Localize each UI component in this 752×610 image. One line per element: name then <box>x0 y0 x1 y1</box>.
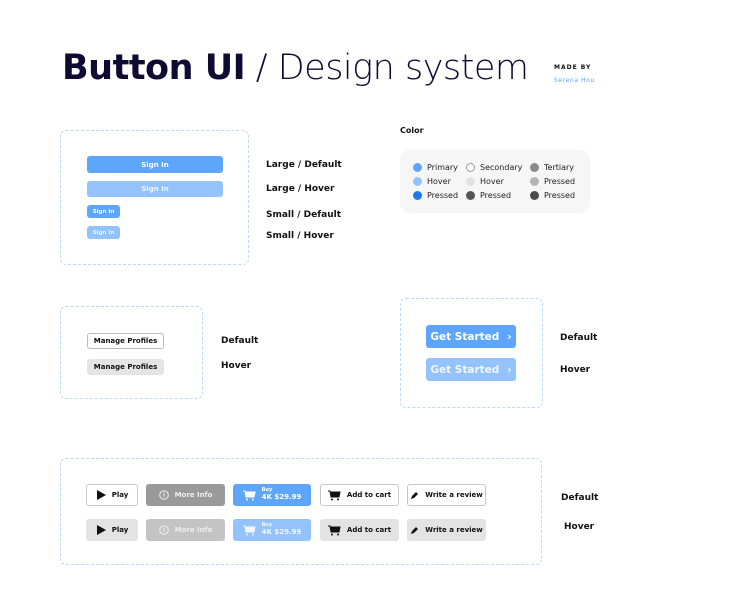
write-review-button-hover[interactable]: Write a review <box>407 519 486 541</box>
cart-plus-icon <box>327 525 341 536</box>
cart-plus-icon <box>327 490 341 501</box>
color-heading: Color <box>400 126 424 135</box>
made-by-label: MADE BY <box>554 64 592 71</box>
state-label: Default <box>560 333 598 343</box>
color-dot-icon <box>413 163 422 172</box>
page-title: Button UI / Design system <box>62 48 529 88</box>
get-started-hover-button[interactable]: Get Started › <box>426 358 516 381</box>
state-label: Small / Hover <box>266 231 334 241</box>
color-dot-icon <box>413 191 422 200</box>
color-label: Pressed <box>480 191 512 200</box>
state-label: Hover <box>564 522 595 532</box>
chevron-right-icon: › <box>507 330 512 343</box>
color-swatch-item: Hover <box>413 177 451 186</box>
color-swatch-item: Pressed <box>413 191 458 200</box>
buy-price: 4K $29.99 <box>261 492 302 501</box>
cart-icon <box>242 490 256 501</box>
color-dot-icon <box>413 177 422 186</box>
more-info-button-default[interactable]: More Info <box>146 484 225 506</box>
add-to-cart-button-hover[interactable]: Add to cart <box>320 519 399 541</box>
color-swatch-item: Pressed <box>530 191 575 200</box>
signin-frame <box>60 130 249 265</box>
manage-profiles-default-button[interactable]: Manage Profiles <box>87 333 164 349</box>
state-label: Large / Default <box>266 160 342 170</box>
buy-button-hover[interactable]: Buy 4K $29.99 <box>233 519 311 541</box>
color-swatch-item: Secondary <box>466 163 522 172</box>
add-to-cart-button-default[interactable]: Add to cart <box>320 484 399 506</box>
chevron-right-icon: › <box>507 363 512 376</box>
get-started-frame <box>400 298 543 408</box>
signin-large-default-button[interactable]: Sign In <box>87 156 223 173</box>
info-icon <box>158 525 169 535</box>
color-dot-icon <box>530 191 539 200</box>
more-info-label: More Info <box>174 526 213 534</box>
get-started-default-button[interactable]: Get Started › <box>426 325 516 348</box>
state-label: Default <box>561 493 599 503</box>
actions-frame <box>60 458 542 565</box>
write-review-label: Write a review <box>425 491 483 499</box>
state-label: Large / Hover <box>266 184 335 194</box>
color-label: Hover <box>480 177 504 186</box>
cart-icon <box>242 525 256 536</box>
color-dot-icon <box>530 177 539 186</box>
pen-icon <box>410 491 419 500</box>
color-dot-icon <box>466 191 475 200</box>
play-button-hover[interactable]: Play <box>86 519 138 541</box>
signin-large-hover-button[interactable]: Sign In <box>87 181 223 197</box>
color-label: Pressed <box>544 191 576 200</box>
color-swatch-item: Pressed <box>466 191 511 200</box>
state-label: Small / Default <box>266 210 342 220</box>
get-started-label: Get Started <box>430 330 500 343</box>
get-started-label: Get Started <box>430 363 500 376</box>
state-label: Default <box>221 336 259 346</box>
pen-icon <box>410 526 419 535</box>
play-icon <box>96 525 106 535</box>
color-label: Tertiary <box>544 163 575 172</box>
color-dot-icon <box>466 177 475 186</box>
play-label: Play <box>111 526 129 534</box>
state-label: Hover <box>221 361 252 371</box>
color-label: Secondary <box>480 163 523 172</box>
color-label: Primary <box>427 163 458 172</box>
manage-frame <box>60 306 203 399</box>
color-dot-icon <box>530 163 539 172</box>
write-review-button-default[interactable]: Write a review <box>407 484 486 506</box>
add-to-cart-label: Add to cart <box>346 491 392 499</box>
color-label: Hover <box>427 177 451 186</box>
author-name: Serena Hou <box>554 77 595 84</box>
color-swatch-item: Hover <box>466 177 504 186</box>
buy-button-default[interactable]: Buy 4K $29.99 <box>233 484 311 506</box>
play-button-default[interactable]: Play <box>86 484 138 506</box>
add-to-cart-label: Add to cart <box>346 526 392 534</box>
more-info-button-hover[interactable]: More Info <box>146 519 225 541</box>
state-label: Hover <box>560 365 591 375</box>
color-swatch-item: Pressed <box>530 177 575 186</box>
color-swatch-item: Primary <box>413 163 458 172</box>
color-palette-card: Primary Hover Pressed Secondary Hover Pressed… <box>400 150 590 213</box>
signin-small-default-button[interactable]: Sign In <box>87 205 120 218</box>
color-label: Pressed <box>427 191 459 200</box>
play-label: Play <box>111 491 129 499</box>
info-icon <box>158 490 169 500</box>
color-swatch-item: Tertiary <box>530 163 574 172</box>
color-label: Pressed <box>544 177 576 186</box>
manage-profiles-hover-button[interactable]: Manage Profiles <box>87 359 164 375</box>
write-review-label: Write a review <box>425 526 483 534</box>
signin-small-hover-button[interactable]: Sign In <box>87 226 120 239</box>
color-dot-icon <box>466 163 475 172</box>
more-info-label: More Info <box>174 491 213 499</box>
buy-price: 4K $29.99 <box>261 527 302 536</box>
play-icon <box>96 490 106 500</box>
